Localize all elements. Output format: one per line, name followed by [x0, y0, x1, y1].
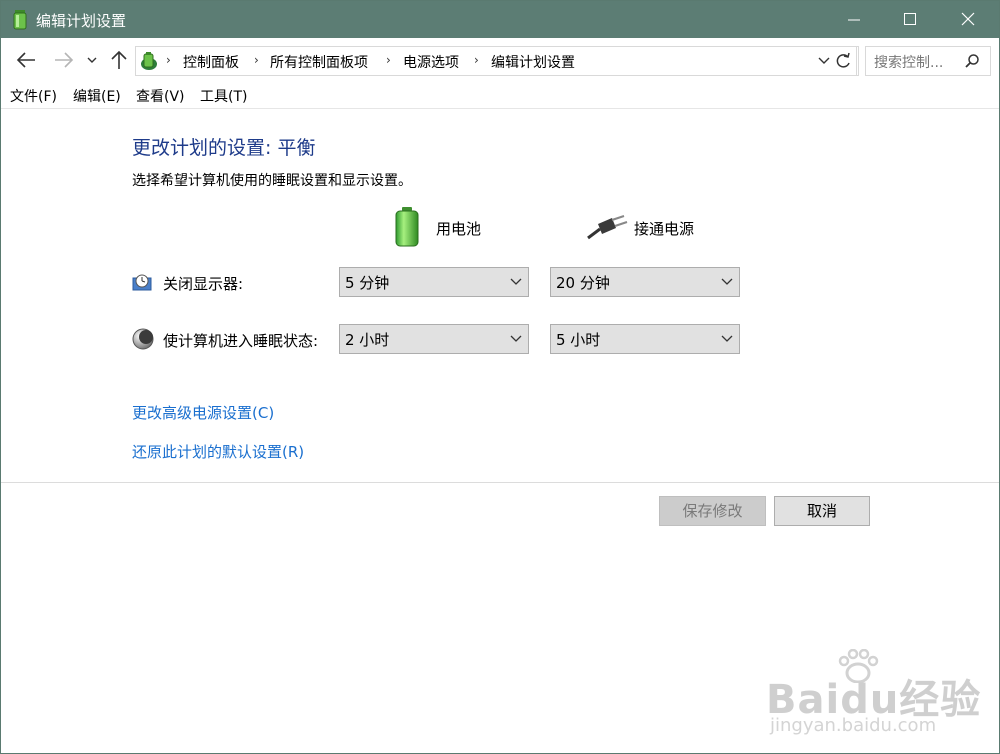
menu-edit[interactable]: 编辑(E) [73, 86, 121, 106]
navigation-bar: › 控制面板 › 所有控制面板项 › 电源选项 › 编辑计划设置 搜索控制... [1, 38, 999, 82]
maximize-icon [904, 13, 916, 25]
power-options-icon [13, 10, 27, 30]
chevron-down-icon [87, 57, 97, 63]
watermark-url: jingyan.baidu.com [770, 715, 937, 736]
back-arrow-icon [16, 52, 35, 68]
display-plugged-value: 20 分钟 [556, 274, 610, 292]
breadcrumb-separator-icon: › [254, 53, 259, 67]
back-button[interactable] [13, 47, 39, 73]
refresh-icon [836, 52, 850, 68]
address-bar[interactable]: › 控制面板 › 所有控制面板项 › 电源选项 › 编辑计划设置 [135, 46, 859, 76]
breadcrumb-control-panel[interactable]: 控制面板 [183, 52, 239, 72]
menu-view[interactable]: 查看(V) [136, 86, 185, 106]
search-placeholder: 搜索控制... [874, 55, 944, 71]
chevron-down-icon [510, 335, 522, 342]
minimize-button[interactable] [827, 1, 881, 38]
recent-locations-button[interactable] [83, 47, 101, 73]
advanced-power-settings-link[interactable]: 更改高级电源设置(C) [132, 402, 274, 423]
sleep-label: 使计算机进入睡眠状态: [163, 332, 319, 350]
breadcrumb-separator-icon: › [166, 53, 171, 67]
divider [1, 482, 999, 483]
sleep-plugged-value: 5 小时 [556, 331, 601, 349]
breadcrumb-all-items[interactable]: 所有控制面板项 [270, 52, 368, 72]
breadcrumb-separator-icon: › [386, 53, 391, 67]
breadcrumb-power-options[interactable]: 电源选项 [403, 52, 459, 72]
close-icon [961, 12, 975, 26]
up-arrow-icon [111, 50, 127, 69]
watermark: Baidu经验 jingyan.baidu.com [766, 649, 980, 739]
menu-bar: 文件(F) 编辑(E) 查看(V) 工具(T) [1, 82, 999, 109]
menu-file[interactable]: 文件(F) [10, 86, 57, 106]
control-panel-icon [141, 52, 157, 70]
restore-defaults-link[interactable]: 还原此计划的默认设置(R) [132, 441, 304, 462]
display-battery-select[interactable]: 5 分钟 [339, 267, 529, 297]
window: 编辑计划设置 › 控制面板 › 所有控制面板项 › 电源选项 › 编辑计划设置 … [0, 0, 1000, 754]
display-clock-icon [132, 274, 152, 291]
page-title: 更改计划的设置: 平衡 [132, 137, 316, 159]
battery-icon [395, 207, 419, 247]
chevron-down-icon [510, 278, 522, 285]
title-bar[interactable]: 编辑计划设置 [1, 1, 999, 38]
sleep-battery-select[interactable]: 2 小时 [339, 324, 529, 354]
save-changes-button[interactable]: 保存修改 [659, 496, 766, 526]
menu-tools[interactable]: 工具(T) [200, 86, 247, 106]
forward-button[interactable] [51, 47, 77, 73]
turn-off-display-label: 关闭显示器: [163, 275, 244, 293]
breadcrumb-edit-plan[interactable]: 编辑计划设置 [491, 52, 575, 72]
chevron-down-icon [721, 278, 733, 285]
plugged-in-label: 接通电源 [634, 220, 695, 238]
up-button[interactable] [106, 47, 132, 73]
page-description: 选择希望计算机使用的睡眠设置和显示设置。 [132, 173, 412, 189]
breadcrumb-separator-icon: › [474, 53, 479, 67]
forward-arrow-icon [55, 52, 74, 68]
refresh-button[interactable] [830, 46, 857, 76]
search-icon [965, 54, 979, 68]
close-button[interactable] [941, 1, 995, 38]
cancel-button[interactable]: 取消 [774, 496, 870, 526]
minimize-icon [848, 19, 860, 21]
window-title: 编辑计划设置 [36, 12, 127, 30]
sleep-plugged-select[interactable]: 5 小时 [550, 324, 740, 354]
sleep-moon-icon [132, 328, 154, 350]
display-plugged-select[interactable]: 20 分钟 [550, 267, 740, 297]
on-battery-label: 用电池 [436, 220, 482, 238]
search-box[interactable]: 搜索控制... [865, 46, 991, 76]
sleep-battery-value: 2 小时 [345, 331, 390, 349]
chevron-down-icon [721, 335, 733, 342]
display-battery-value: 5 分钟 [345, 274, 390, 292]
maximize-button[interactable] [883, 1, 937, 38]
plugged-in-icon [587, 215, 628, 240]
